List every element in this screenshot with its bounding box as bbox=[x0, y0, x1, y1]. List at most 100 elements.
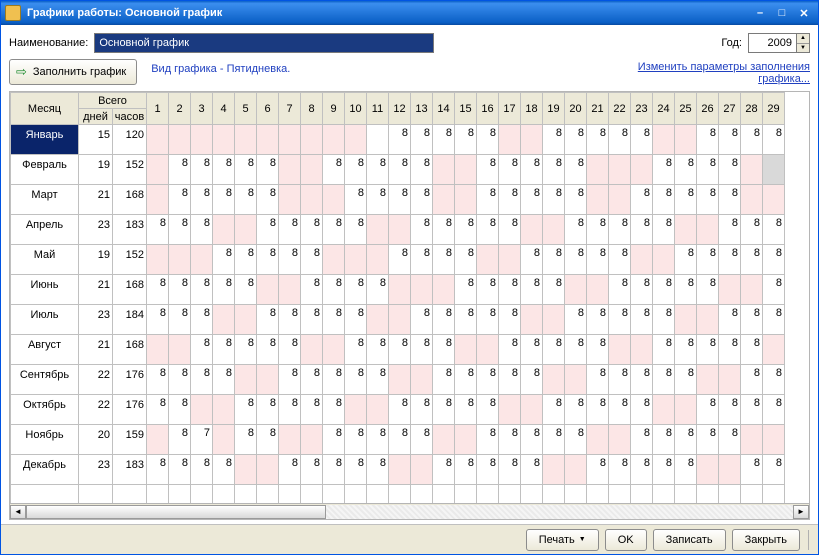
day-cell[interactable]: 8 bbox=[169, 155, 191, 185]
day-cell[interactable]: 8 bbox=[367, 275, 389, 305]
day-cell[interactable]: 8 bbox=[389, 245, 411, 275]
day-cell[interactable]: 8 bbox=[477, 305, 499, 335]
day-cell[interactable]: 8 bbox=[763, 305, 785, 335]
day-cell[interactable] bbox=[521, 125, 543, 155]
day-cell[interactable] bbox=[763, 185, 785, 215]
day-cell[interactable]: 8 bbox=[587, 365, 609, 395]
day-cell[interactable]: 8 bbox=[433, 125, 455, 155]
day-cell[interactable] bbox=[389, 365, 411, 395]
day-cell[interactable] bbox=[367, 125, 389, 155]
day-cell[interactable]: 8 bbox=[411, 425, 433, 455]
save-button[interactable]: Записать bbox=[653, 529, 726, 551]
days-cell[interactable]: 23 bbox=[79, 455, 113, 485]
day-cell[interactable]: 8 bbox=[719, 125, 741, 155]
day-cell[interactable] bbox=[521, 395, 543, 425]
day-cell[interactable]: 8 bbox=[235, 185, 257, 215]
day-cell[interactable] bbox=[279, 125, 301, 155]
day-cell[interactable] bbox=[147, 425, 169, 455]
day-cell[interactable] bbox=[257, 275, 279, 305]
month-cell[interactable]: Сентябрь bbox=[11, 365, 79, 395]
day-cell[interactable]: 8 bbox=[521, 155, 543, 185]
day-cell[interactable]: 8 bbox=[697, 335, 719, 365]
day-cell[interactable] bbox=[345, 125, 367, 155]
day-cell[interactable]: 8 bbox=[301, 215, 323, 245]
day-cell[interactable]: 8 bbox=[411, 215, 433, 245]
day-cell[interactable]: 8 bbox=[235, 395, 257, 425]
day-cell[interactable] bbox=[521, 215, 543, 245]
day-cell[interactable]: 8 bbox=[521, 335, 543, 365]
day-cell[interactable]: 8 bbox=[543, 275, 565, 305]
day-cell[interactable]: 8 bbox=[323, 155, 345, 185]
days-cell[interactable]: 15 bbox=[79, 125, 113, 155]
minimize-button[interactable]: – bbox=[750, 4, 770, 22]
day-cell[interactable]: 8 bbox=[609, 215, 631, 245]
day-cell[interactable] bbox=[411, 365, 433, 395]
day-cell[interactable]: 8 bbox=[565, 335, 587, 365]
day-cell[interactable]: 8 bbox=[257, 245, 279, 275]
day-cell[interactable]: 8 bbox=[741, 395, 763, 425]
day-cell[interactable]: 8 bbox=[191, 335, 213, 365]
year-input[interactable] bbox=[748, 33, 796, 53]
day-cell[interactable]: 8 bbox=[697, 425, 719, 455]
day-cell[interactable] bbox=[675, 125, 697, 155]
day-cell[interactable] bbox=[719, 275, 741, 305]
month-cell[interactable]: Февраль bbox=[11, 155, 79, 185]
day-cell[interactable]: 8 bbox=[587, 215, 609, 245]
day-cell[interactable]: 8 bbox=[169, 185, 191, 215]
day-cell[interactable]: 8 bbox=[763, 365, 785, 395]
day-cell[interactable] bbox=[631, 155, 653, 185]
day-cell[interactable]: 8 bbox=[477, 365, 499, 395]
day-cell[interactable] bbox=[257, 125, 279, 155]
day-cell[interactable] bbox=[213, 305, 235, 335]
day-cell[interactable] bbox=[147, 185, 169, 215]
days-cell[interactable]: 21 bbox=[79, 185, 113, 215]
day-cell[interactable]: 8 bbox=[433, 215, 455, 245]
day-cell[interactable]: 8 bbox=[323, 395, 345, 425]
fill-schedule-button[interactable]: ⇨ Заполнить график bbox=[9, 59, 137, 85]
day-cell[interactable]: 8 bbox=[455, 305, 477, 335]
maximize-button[interactable]: □ bbox=[772, 4, 792, 22]
day-cell[interactable] bbox=[301, 185, 323, 215]
day-cell[interactable] bbox=[675, 395, 697, 425]
day-cell[interactable]: 8 bbox=[323, 215, 345, 245]
day-cell[interactable]: 8 bbox=[169, 395, 191, 425]
day-cell[interactable]: 8 bbox=[191, 305, 213, 335]
day-cell[interactable] bbox=[169, 245, 191, 275]
day-cell[interactable]: 8 bbox=[543, 185, 565, 215]
day-cell[interactable]: 8 bbox=[631, 395, 653, 425]
day-cell[interactable]: 8 bbox=[433, 365, 455, 395]
month-cell[interactable]: Декабрь bbox=[11, 455, 79, 485]
day-cell[interactable]: 8 bbox=[411, 155, 433, 185]
days-cell[interactable]: 23 bbox=[79, 305, 113, 335]
day-cell[interactable] bbox=[477, 335, 499, 365]
day-cell[interactable]: 8 bbox=[477, 425, 499, 455]
day-cell[interactable] bbox=[741, 155, 763, 185]
day-cell[interactable]: 8 bbox=[301, 245, 323, 275]
day-cell[interactable] bbox=[213, 425, 235, 455]
day-cell[interactable]: 8 bbox=[323, 305, 345, 335]
day-cell[interactable]: 8 bbox=[323, 455, 345, 485]
hours-cell[interactable]: 176 bbox=[113, 395, 147, 425]
day-cell[interactable] bbox=[543, 305, 565, 335]
day-cell[interactable]: 8 bbox=[675, 425, 697, 455]
day-cell[interactable]: 8 bbox=[741, 365, 763, 395]
day-cell[interactable] bbox=[169, 125, 191, 155]
month-cell[interactable]: Март bbox=[11, 185, 79, 215]
day-cell[interactable] bbox=[191, 245, 213, 275]
day-cell[interactable] bbox=[235, 365, 257, 395]
day-cell[interactable]: 8 bbox=[213, 185, 235, 215]
day-cell[interactable] bbox=[455, 155, 477, 185]
hours-cell[interactable]: 176 bbox=[113, 365, 147, 395]
day-cell[interactable] bbox=[191, 395, 213, 425]
day-cell[interactable]: 8 bbox=[631, 365, 653, 395]
day-cell[interactable]: 8 bbox=[433, 245, 455, 275]
day-cell[interactable]: 8 bbox=[169, 455, 191, 485]
day-cell[interactable] bbox=[631, 245, 653, 275]
day-cell[interactable]: 8 bbox=[301, 275, 323, 305]
day-cell[interactable] bbox=[301, 155, 323, 185]
day-cell[interactable] bbox=[543, 365, 565, 395]
day-cell[interactable] bbox=[235, 215, 257, 245]
day-cell[interactable]: 8 bbox=[279, 395, 301, 425]
day-cell[interactable]: 8 bbox=[719, 425, 741, 455]
day-cell[interactable]: 8 bbox=[323, 425, 345, 455]
